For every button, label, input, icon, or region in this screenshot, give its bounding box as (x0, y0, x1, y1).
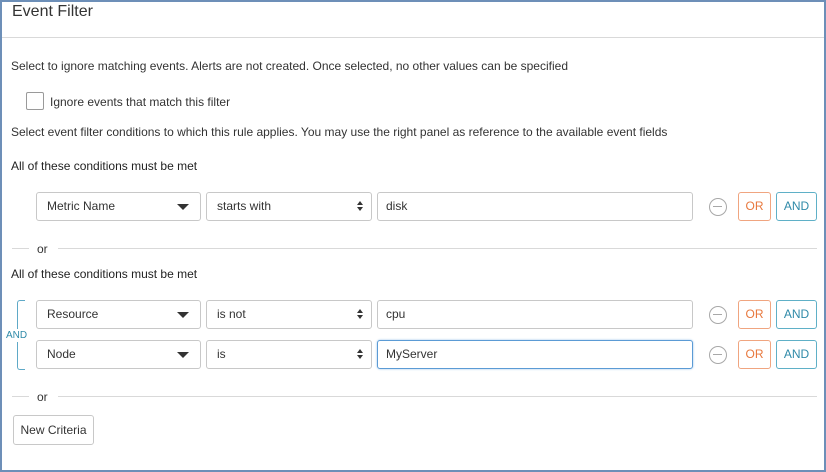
field-select[interactable]: Resource (36, 300, 201, 329)
event-filter-panel: Event Filter Select to ignore matching e… (0, 0, 826, 472)
or-button[interactable]: OR (738, 340, 771, 369)
value-input[interactable]: cpu (377, 300, 693, 329)
field-select-value: Resource (47, 307, 99, 321)
or-separator-label: or (37, 390, 48, 404)
title-divider (2, 37, 824, 38)
operator-select-value: starts with (217, 199, 272, 213)
and-button[interactable]: AND (776, 340, 817, 369)
operator-select-value: is not (217, 307, 246, 321)
value-input-text: MyServer (386, 347, 438, 361)
or-button[interactable]: OR (738, 192, 771, 221)
or-separator-line (58, 396, 817, 397)
chevron-down-icon (177, 312, 189, 318)
or-separator-label: or (37, 242, 48, 256)
field-select-value: Node (47, 347, 76, 361)
and-connector-label: AND (6, 329, 28, 342)
and-button[interactable]: AND (776, 300, 817, 329)
page-title: Event Filter (12, 3, 93, 20)
operator-select[interactable]: is not (206, 300, 372, 329)
or-button[interactable]: OR (738, 300, 771, 329)
operator-select[interactable]: is (206, 340, 372, 369)
value-input-text: cpu (386, 307, 406, 321)
remove-condition-icon[interactable] (709, 306, 727, 324)
conditions-intro: Select event filter conditions to which … (11, 125, 668, 139)
group-heading: All of these conditions must be met (11, 159, 198, 173)
ignore-events-label[interactable]: Ignore events that match this filter (50, 95, 230, 109)
field-select[interactable]: Node (36, 340, 201, 369)
value-input-text: disk (386, 199, 408, 213)
value-input[interactable]: MyServer (377, 340, 693, 369)
remove-condition-icon[interactable] (709, 198, 727, 216)
group-heading: All of these conditions must be met (11, 267, 198, 281)
and-button[interactable]: AND (776, 192, 817, 221)
field-select[interactable]: Metric Name (36, 192, 201, 221)
field-select-value: Metric Name (47, 199, 116, 213)
remove-condition-icon[interactable] (709, 346, 727, 364)
value-input[interactable]: disk (377, 192, 693, 221)
updown-arrows-icon (357, 309, 365, 321)
chevron-down-icon (177, 204, 189, 210)
or-separator-line (58, 248, 817, 249)
new-criteria-button[interactable]: New Criteria (13, 415, 94, 445)
operator-select[interactable]: starts with (206, 192, 372, 221)
or-separator-line (12, 396, 29, 397)
ignore-events-checkbox[interactable] (26, 92, 44, 110)
operator-select-value: is (217, 347, 226, 361)
ignore-description: Select to ignore matching events. Alerts… (11, 59, 568, 73)
updown-arrows-icon (357, 201, 365, 213)
updown-arrows-icon (357, 349, 365, 361)
or-separator-line (12, 248, 29, 249)
chevron-down-icon (177, 352, 189, 358)
